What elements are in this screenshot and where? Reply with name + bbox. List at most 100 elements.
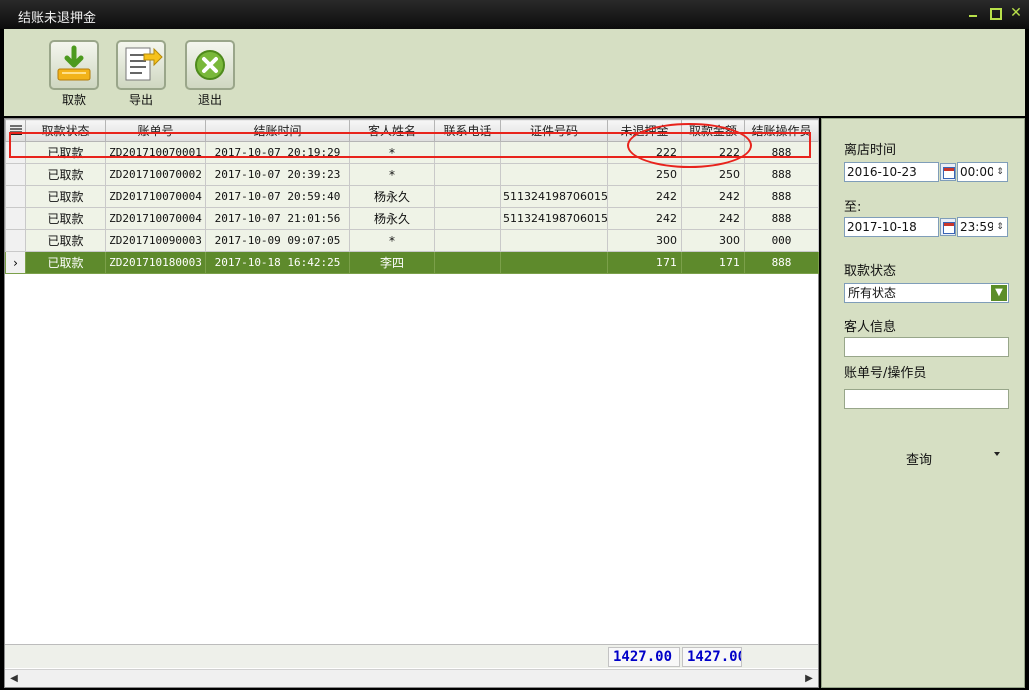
column-header[interactable]: 未退押金 (607, 119, 682, 142)
cell-operator[interactable]: 888 (744, 163, 819, 186)
minimize-icon[interactable] (966, 6, 980, 20)
row-indicator[interactable] (5, 207, 26, 230)
cell-time[interactable]: 2017-10-07 20:59:40 (205, 185, 350, 208)
cell-status[interactable]: 已取款 (25, 163, 106, 186)
cell-unreturned[interactable]: 242 (607, 185, 682, 208)
column-header[interactable]: 结账操作员 (744, 119, 819, 142)
to-date-field[interactable]: 2017-10-18 (844, 217, 939, 237)
cell-operator[interactable]: 000 (744, 229, 819, 252)
cell-id[interactable] (500, 229, 608, 252)
export-label: 导出 (128, 93, 153, 107)
cell-unreturned[interactable]: 242 (607, 207, 682, 230)
cell-operator[interactable]: 888 (744, 207, 819, 230)
row-indicator[interactable] (5, 163, 26, 186)
cell-phone[interactable] (434, 251, 501, 274)
calendar-icon[interactable] (940, 163, 956, 181)
cell-time[interactable]: 2017-10-09 09:07:05 (205, 229, 350, 252)
column-header[interactable]: 结账时间 (205, 119, 350, 142)
column-header[interactable]: 联系电话 (434, 119, 501, 142)
cell-phone[interactable] (434, 163, 501, 186)
maximize-icon[interactable] (988, 6, 1002, 20)
cell-id[interactable] (500, 163, 608, 186)
bill-operator-input[interactable] (844, 389, 1009, 409)
scroll-right-icon[interactable]: ▶ (800, 670, 818, 687)
cell-unreturned[interactable]: 222 (607, 141, 682, 164)
cell-phone[interactable] (434, 141, 501, 164)
cell-bill[interactable]: ZD201710070001 (105, 141, 206, 164)
cell-name[interactable]: 杨永久 (349, 207, 435, 230)
export-button[interactable]: 导出 (115, 39, 167, 111)
cell-id[interactable] (500, 141, 608, 164)
cell-status[interactable]: 已取款 (25, 141, 106, 164)
cell-withdrawn[interactable]: 250 (681, 163, 745, 186)
cell-withdrawn[interactable]: 242 (681, 185, 745, 208)
spinner-arrows-icon[interactable]: ⇕ (993, 163, 1007, 181)
cell-unreturned[interactable]: 171 (607, 251, 682, 274)
cell-operator[interactable]: 888 (744, 141, 819, 164)
cell-phone[interactable] (434, 185, 501, 208)
row-indicator[interactable] (5, 185, 26, 208)
chevron-down-icon[interactable]: ▼ (991, 285, 1007, 301)
cell-id[interactable] (500, 251, 608, 274)
cell-bill[interactable]: ZD201710070002 (105, 163, 206, 186)
cell-name[interactable]: * (349, 163, 435, 186)
row-indicator[interactable] (5, 229, 26, 252)
cell-operator[interactable]: 888 (744, 185, 819, 208)
cell-status[interactable]: 已取款 (25, 207, 106, 230)
table-row[interactable]: 已取款 ZD201710070002 2017-10-07 20:39:23 * 250… (5, 163, 819, 186)
calendar-icon[interactable] (940, 218, 956, 236)
cell-name[interactable]: 李四 (349, 251, 435, 274)
column-header[interactable]: 取款状态 (25, 119, 106, 142)
column-chooser-icon[interactable] (5, 119, 26, 142)
cell-unreturned[interactable]: 250 (607, 163, 682, 186)
withdraw-button[interactable]: 取款 (48, 39, 100, 111)
cell-time[interactable]: 2017-10-07 21:01:56 (205, 207, 350, 230)
dropdown-caret-icon[interactable] (994, 452, 1000, 456)
cell-phone[interactable] (434, 207, 501, 230)
row-indicator[interactable]: › (5, 251, 26, 274)
column-header[interactable]: 账单号 (105, 119, 206, 142)
status-label: 取款状态 (844, 264, 897, 279)
cell-bill[interactable]: ZD201710070004 (105, 185, 206, 208)
cell-status[interactable]: 已取款 (25, 185, 106, 208)
cell-name[interactable]: * (349, 229, 435, 252)
table-row[interactable]: 已取款 ZD201710070004 2017-10-07 20:59:40 杨永久 5… (5, 185, 819, 208)
cell-status[interactable]: 已取款 (25, 229, 106, 252)
query-button[interactable]: 查询 (882, 447, 1012, 469)
exit-button[interactable]: 退出 (184, 39, 236, 111)
status-select[interactable]: 所有状态 ▼ (844, 283, 1009, 303)
row-indicator[interactable] (5, 141, 26, 164)
guest-info-input[interactable] (844, 337, 1009, 357)
cell-withdrawn[interactable]: 222 (681, 141, 745, 164)
cell-time[interactable]: 2017-10-07 20:39:23 (205, 163, 350, 186)
cell-operator[interactable]: 888 (744, 251, 819, 274)
cell-name[interactable]: 杨永久 (349, 185, 435, 208)
horizontal-scrollbar[interactable]: ◀ ▶ (5, 669, 818, 687)
column-header[interactable]: 取款金额 (681, 119, 745, 142)
cell-time[interactable]: 2017-10-18 16:42:25 (205, 251, 350, 274)
cell-unreturned[interactable]: 300 (607, 229, 682, 252)
cell-phone[interactable] (434, 229, 501, 252)
from-date-field[interactable]: 2016-10-23 (844, 162, 939, 182)
column-header[interactable]: 证件号码 (500, 119, 608, 142)
deposit-grid[interactable]: 取款状态 账单号 结账时间 客人姓名 联系电话 证件号码 未退押金 取款金额 结… (4, 118, 819, 688)
cell-withdrawn[interactable]: 300 (681, 229, 745, 252)
table-row[interactable]: 已取款 ZD201710070001 2017-10-07 20:19:29 * 222… (5, 141, 819, 164)
table-row[interactable]: 已取款 ZD201710070004 2017-10-07 21:01:56 杨永久 5… (5, 207, 819, 230)
close-icon[interactable]: ✕ (1009, 6, 1023, 20)
cell-status[interactable]: 已取款 (25, 251, 106, 274)
cell-id[interactable]: 51132419870601505 (500, 207, 608, 230)
table-row[interactable]: 已取款 ZD201710090003 2017-10-09 09:07:05 * 300… (5, 229, 819, 252)
spinner-arrows-icon[interactable]: ⇕ (993, 218, 1007, 236)
cell-bill[interactable]: ZD201710090003 (105, 229, 206, 252)
cell-time[interactable]: 2017-10-07 20:19:29 (205, 141, 350, 164)
table-row-selected[interactable]: › 已取款 ZD201710180003 2017-10-18 16:42:25 李四 1… (5, 251, 819, 274)
cell-bill[interactable]: ZD201710180003 (105, 251, 206, 274)
cell-withdrawn[interactable]: 171 (681, 251, 745, 274)
cell-id[interactable]: 51132419870601505 (500, 185, 608, 208)
cell-withdrawn[interactable]: 242 (681, 207, 745, 230)
cell-bill[interactable]: ZD201710070004 (105, 207, 206, 230)
column-header[interactable]: 客人姓名 (349, 119, 435, 142)
cell-name[interactable]: * (349, 141, 435, 164)
scroll-left-icon[interactable]: ◀ (5, 670, 23, 687)
